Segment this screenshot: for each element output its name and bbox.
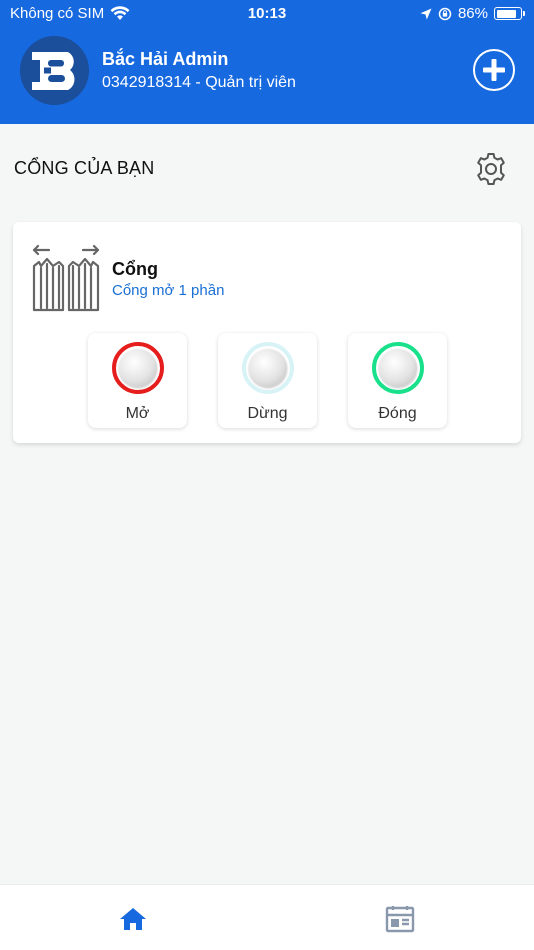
battery-icon (494, 7, 525, 20)
stop-knob (249, 349, 287, 387)
tab-bar (0, 884, 534, 950)
app-header: Không có SIM 10:13 86% Bắc Hải Admin 034… (0, 0, 534, 124)
close-knob (379, 349, 417, 387)
plus-icon (483, 59, 505, 81)
brand-logo-icon (20, 36, 89, 105)
add-button[interactable] (473, 49, 515, 91)
open-label: Mở (125, 405, 150, 422)
battery-percent: 86% (457, 5, 488, 22)
tab-home[interactable] (117, 903, 149, 935)
open-gate-button[interactable]: Mở (88, 333, 187, 428)
sliding-gate-icon (32, 244, 100, 312)
calendar-icon (385, 906, 415, 933)
stop-gate-button[interactable]: Dừng (218, 333, 317, 428)
stop-indicator-ring (242, 342, 294, 394)
battery-fill (496, 9, 517, 18)
gate-card[interactable]: Cổng Cổng mở 1 phần Mở Dừng Đóng (13, 222, 521, 443)
close-indicator-ring (372, 342, 424, 394)
status-bar: Không có SIM 10:13 86% (0, 0, 534, 28)
gate-name: Cổng (112, 259, 158, 279)
home-icon (120, 908, 146, 930)
settings-button[interactable] (472, 150, 510, 188)
gear-icon (477, 153, 505, 185)
tab-calendar[interactable] (384, 903, 416, 935)
gate-status: Cổng mở 1 phần (112, 282, 225, 299)
status-right: 86% (420, 5, 525, 22)
close-label: Đóng (378, 405, 417, 422)
close-gate-button[interactable]: Đóng (348, 333, 447, 428)
user-subtitle: 0342918314 - Quản trị viên (102, 74, 296, 91)
section-title: CỔNG CỦA BẠN (14, 158, 155, 178)
open-knob (119, 349, 157, 387)
location-arrow-icon (420, 8, 432, 19)
open-indicator-ring (112, 342, 164, 394)
user-name: Bắc Hải Admin (102, 49, 229, 69)
orientation-lock-icon (438, 7, 452, 20)
avatar[interactable] (20, 36, 89, 105)
stop-label: Dừng (247, 405, 288, 422)
